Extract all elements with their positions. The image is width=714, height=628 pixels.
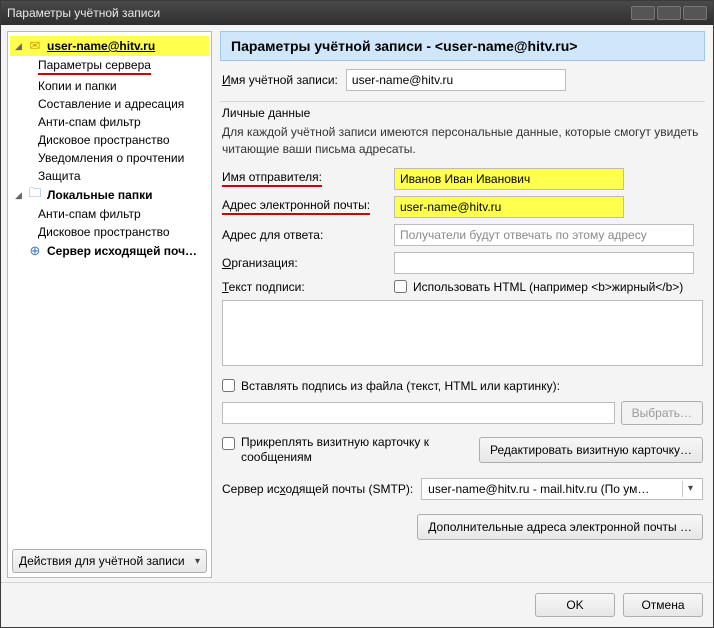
- account-name-row: Имя учётной записи:: [222, 69, 705, 91]
- minimize-button[interactable]: [631, 6, 655, 20]
- signature-area-wrap: [222, 300, 703, 369]
- window-title: Параметры учётной записи: [7, 6, 160, 20]
- sig-html-label: Использовать HTML (например <b>жирный</b…: [413, 280, 683, 294]
- close-button[interactable]: [683, 6, 707, 20]
- tree-item-local-antispam[interactable]: Анти-спам фильтр: [10, 205, 209, 223]
- body: ◢ ✉ user-name@hitv.ru Параметры сервера …: [1, 25, 713, 582]
- main-panel: Параметры учётной записи - <user-name@hi…: [216, 25, 713, 582]
- smtp-label: Сервер исходящей почты (SMTP):: [222, 482, 413, 496]
- tree-item-disk[interactable]: Дисковое пространство: [10, 131, 209, 149]
- attach-file-row: Вставлять подпись из файла (текст, HTML …: [222, 379, 703, 393]
- attach-file-label: Вставлять подпись из файла (текст, HTML …: [241, 379, 560, 393]
- sidebar: ◢ ✉ user-name@hitv.ru Параметры сервера …: [7, 31, 212, 578]
- vcard-checkbox[interactable]: [222, 437, 235, 450]
- vcard-label: Прикреплять визитную карточку к сообщени…: [241, 435, 441, 466]
- additional-addresses-row: Дополнительные адреса электронной почты …: [220, 514, 703, 540]
- edit-vcard-button[interactable]: Редактировать визитную карточку…: [479, 437, 703, 463]
- reply-input[interactable]: [394, 224, 694, 246]
- account-tree: ◢ ✉ user-name@hitv.ru Параметры сервера …: [8, 32, 211, 545]
- additional-addresses-button[interactable]: Дополнительные адреса электронной почты …: [417, 514, 703, 540]
- tree-account-root[interactable]: ◢ ✉ user-name@hitv.ru: [10, 36, 209, 56]
- mail-icon: ✉: [27, 38, 43, 54]
- maximize-button[interactable]: [657, 6, 681, 20]
- tree-account-label: user-name@hitv.ru: [47, 39, 155, 53]
- tree-item-server-params[interactable]: Параметры сервера: [10, 56, 209, 77]
- folder-icon: 🗀: [27, 187, 43, 203]
- globe-icon: ⊕: [27, 243, 43, 259]
- tree-smtp[interactable]: ◢ ⊕ Сервер исходящей поч…: [10, 241, 209, 261]
- titlebar: Параметры учётной записи: [1, 1, 713, 25]
- chevron-down-icon: ▾: [682, 481, 698, 497]
- browse-button[interactable]: Выбрать…: [621, 401, 703, 425]
- ok-button[interactable]: OK: [535, 593, 615, 617]
- sig-label: Текст подписи:: [222, 280, 382, 294]
- org-input[interactable]: [394, 252, 694, 274]
- sender-label: Имя отправителя:: [222, 170, 382, 187]
- file-picker-row: Выбрать…: [222, 401, 703, 425]
- tree-item-security[interactable]: Защита: [10, 167, 209, 185]
- panel-header: Параметры учётной записи - <user-name@hi…: [220, 31, 705, 61]
- personal-section: Личные данные Для каждой учётной записи …: [220, 101, 705, 540]
- window-controls: [631, 6, 707, 20]
- twisty-icon[interactable]: ◢: [14, 191, 23, 200]
- reply-label: Адрес для ответа:: [222, 228, 382, 242]
- tree-item-compose[interactable]: Составление и адресация: [10, 95, 209, 113]
- email-input[interactable]: [394, 196, 624, 218]
- smtp-row: Сервер исходящей почты (SMTP): user-name…: [222, 478, 703, 500]
- tree-local-folders[interactable]: ◢ 🗀 Локальные папки: [10, 185, 209, 205]
- account-name-input[interactable]: [346, 69, 566, 91]
- smtp-select[interactable]: user-name@hitv.ru - mail.hitv.ru (По ум……: [421, 478, 703, 500]
- cancel-button[interactable]: Отмена: [623, 593, 703, 617]
- account-settings-window: Параметры учётной записи ◢ ✉ user-name@h…: [0, 0, 714, 628]
- signature-file-input[interactable]: [222, 402, 615, 424]
- personal-section-desc: Для каждой учётной записи имеются персон…: [222, 124, 705, 158]
- tree-item-copies[interactable]: Копии и папки: [10, 77, 209, 95]
- tree-item-antispam[interactable]: Анти-спам фильтр: [10, 113, 209, 131]
- dialog-footer: OK Отмена: [1, 582, 713, 627]
- tree-item-local-disk[interactable]: Дисковое пространство: [10, 223, 209, 241]
- personal-form: Имя отправителя: Адрес электронной почты…: [222, 168, 705, 294]
- smtp-selected-value: user-name@hitv.ru - mail.hitv.ru (По ум…: [428, 482, 649, 496]
- tree-item-receipts[interactable]: Уведомления о прочтении: [10, 149, 209, 167]
- org-label: Организация:: [222, 256, 382, 270]
- twisty-icon[interactable]: ◢: [14, 42, 23, 51]
- attach-file-checkbox[interactable]: [222, 379, 235, 392]
- sig-html-row: Использовать HTML (например <b>жирный</b…: [394, 280, 705, 294]
- account-actions-button[interactable]: Действия для учётной записи: [12, 549, 207, 573]
- sig-html-checkbox[interactable]: [394, 280, 407, 293]
- personal-section-title: Личные данные: [222, 106, 705, 120]
- sender-input[interactable]: [394, 168, 624, 190]
- account-name-label: Имя учётной записи:: [222, 73, 338, 87]
- signature-textarea[interactable]: [222, 300, 703, 366]
- vcard-row: Прикреплять визитную карточку к сообщени…: [222, 435, 703, 466]
- email-label: Адрес электронной почты:: [222, 198, 382, 215]
